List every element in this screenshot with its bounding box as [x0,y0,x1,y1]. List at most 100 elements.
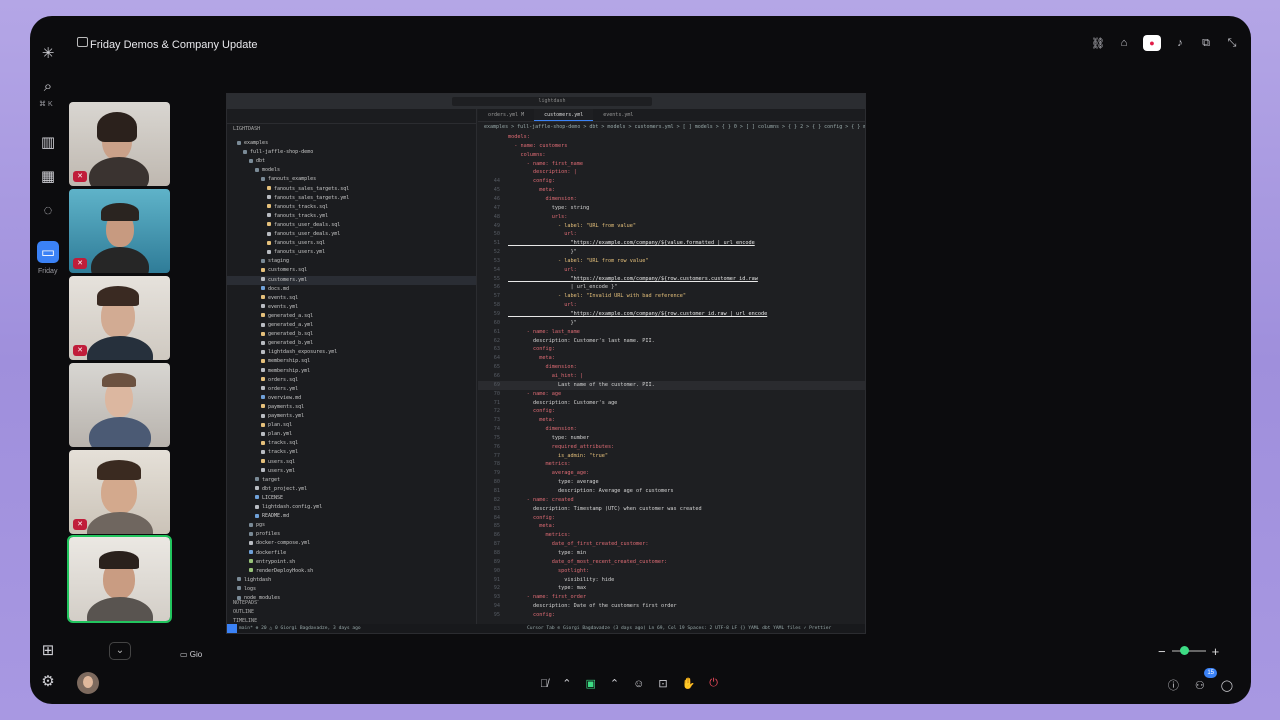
participants-icon[interactable]: ⚇ [1195,679,1205,692]
editor-search-input[interactable]: lightdash [452,97,652,106]
link-icon[interactable]: ⛓ [1091,37,1105,50]
gift-icon[interactable]: ⊞ [37,639,59,661]
code-area[interactable]: models: - name: customers columns: - nam… [478,133,865,626]
file-tree-item[interactable]: logs [227,585,476,594]
file-tree-item[interactable]: fanouts_users.yml [227,248,476,257]
lock-icon[interactable]: ⌂ [1117,37,1131,49]
record-icon[interactable]: ● [1143,35,1161,51]
file-tree-item[interactable]: plan.sql [227,421,476,430]
info-icon[interactable]: ⓘ [1168,677,1179,693]
code-text: - label: "URL from value" [508,222,637,229]
file-tree-item[interactable]: events.sql [227,294,476,303]
file-tree-item[interactable]: orders.yml [227,385,476,394]
file-tree-item[interactable]: fanouts_user_deals.yml [227,230,476,239]
chevron-up-icon[interactable]: ⌃ [562,677,571,690]
file-tree-item[interactable]: overview.md [227,394,476,403]
code-line: 93 - name: first_order [478,593,865,602]
file-tree-item[interactable]: payments.yml [227,412,476,421]
picture-in-picture-icon[interactable]: ⧉ [1199,37,1213,50]
file-tree-item[interactable]: docker-compose.yml [227,539,476,548]
raise-hand-icon[interactable]: ✋ [682,677,696,690]
file-tree-item[interactable]: profiles [227,530,476,539]
search-icon[interactable]: ⌕ [37,75,59,97]
file-tree-item[interactable]: target [227,476,476,485]
leave-icon[interactable]: ⏻ [709,677,718,690]
video-call-icon[interactable]: ▭ [37,241,59,263]
file-tree-label: generated_a.yml [268,322,314,328]
file-tree-item[interactable]: lightdash [227,576,476,585]
file-tree-item[interactable]: lightdash_exposures.yml [227,348,476,357]
file-tree-item[interactable]: generated_b.sql [227,330,476,339]
file-tree-item[interactable]: plan.yml [227,430,476,439]
remote-icon[interactable] [227,624,237,633]
code-text: dimension: [508,195,577,202]
file-tree-item[interactable]: dockerfile [227,549,476,558]
calendar-icon[interactable]: ▦ [37,165,59,187]
file-tree-item[interactable]: tracks.sql [227,439,476,448]
file-tree-item[interactable]: examples [227,139,476,148]
file-tree-item[interactable]: membership.yml [227,367,476,376]
editor-tab[interactable]: events.yml [593,109,643,121]
camera-icon[interactable]: ▣ [585,677,595,690]
explorer-panel-header[interactable]: NOTEPADS [233,599,257,608]
file-tree-item[interactable]: customers.yml [227,275,476,285]
file-tree-item[interactable]: full-jaffle-shop-demo [227,148,476,157]
emoji-icon[interactable]: ☺ [633,678,644,690]
chat-icon[interactable]: ◌ [37,199,59,221]
file-tree-item[interactable]: membership.sql [227,357,476,366]
chevron-down-icon[interactable]: ⌄ [109,642,131,660]
file-tree-item[interactable]: payments.sql [227,403,476,412]
file-tree-item[interactable]: fanouts_user_deals.sql [227,221,476,230]
zoom-in-icon[interactable]: + [1212,644,1220,659]
file-tree-label: docs.md [268,285,290,292]
participant-tile[interactable]: ✕ [69,102,170,186]
file-tree-item[interactable]: dbt_project.yml [227,485,476,494]
zoom-out-icon[interactable]: − [1158,644,1166,659]
file-tree-item[interactable]: users.yml [227,467,476,476]
file-tree-item[interactable]: fanouts_tracks.sql [227,203,476,212]
file-tree-item[interactable]: README.md [227,512,476,521]
music-icon[interactable]: ♪ [1173,37,1187,49]
file-tree-item[interactable]: models [227,166,476,175]
file-tree-item[interactable]: lightdash.config.yml [227,503,476,512]
participant-tile[interactable]: ✕ [69,450,170,534]
logo-icon[interactable]: ✳ [37,42,59,64]
editor-tab[interactable]: orders.yml M [478,109,534,121]
editor-tab[interactable]: customers.yml [534,109,594,121]
chat-bubble-icon[interactable]: ◯ [1221,679,1233,692]
file-tree-item[interactable]: fanouts_examples [227,175,476,184]
file-tree-item[interactable]: pgs [227,521,476,530]
file-tree-item[interactable]: customers.sql [227,266,476,275]
file-tree-item[interactable]: dbt [227,157,476,166]
file-tree-item[interactable]: fanouts_users.sql [227,239,476,248]
file-tree-item[interactable]: node_modules [227,594,476,603]
file-tree-item[interactable]: orders.sql [227,376,476,385]
file-tree-item[interactable]: staging [227,257,476,266]
file-icon [261,422,265,427]
participant-tile[interactable]: ✕ [69,189,170,273]
file-tree-item[interactable]: fanouts_sales_targets.yml [227,194,476,203]
file-tree-item[interactable]: fanouts_sales_targets.sql [227,185,476,194]
file-tree-item[interactable]: entrypoint.sh [227,558,476,567]
file-tree-item[interactable]: generated_a.sql [227,312,476,321]
explorer-panel-header[interactable]: OUTLINE [233,608,254,617]
chevron-up-icon[interactable]: ⌃ [610,677,619,690]
mic-muted-icon[interactable]: 🎙̸ [540,678,548,690]
collapse-icon[interactable]: ⤡ [1225,37,1239,50]
file-tree-item[interactable]: events.yml [227,303,476,312]
file-tree-item[interactable]: generated_b.yml [227,339,476,348]
participant-tile-speaking[interactable] [67,535,172,623]
participant-tile[interactable]: ✕ [69,276,170,360]
screen-share-icon[interactable]: ⊡ [658,677,667,690]
file-tree-item[interactable]: LICENSE [227,494,476,503]
zoom-slider[interactable] [1171,646,1206,655]
file-tree-item[interactable]: renderDeployHook.sh [227,567,476,576]
participant-tile[interactable] [69,363,170,447]
file-tree-item[interactable]: generated_a.yml [227,321,476,330]
code-text: }" [508,249,577,256]
file-tree-item[interactable]: users.sql [227,458,476,467]
map-icon[interactable]: ▥ [37,131,59,153]
file-tree-item[interactable]: docs.md [227,285,476,294]
file-tree-item[interactable]: tracks.yml [227,448,476,457]
file-tree-item[interactable]: fanouts_tracks.yml [227,212,476,221]
